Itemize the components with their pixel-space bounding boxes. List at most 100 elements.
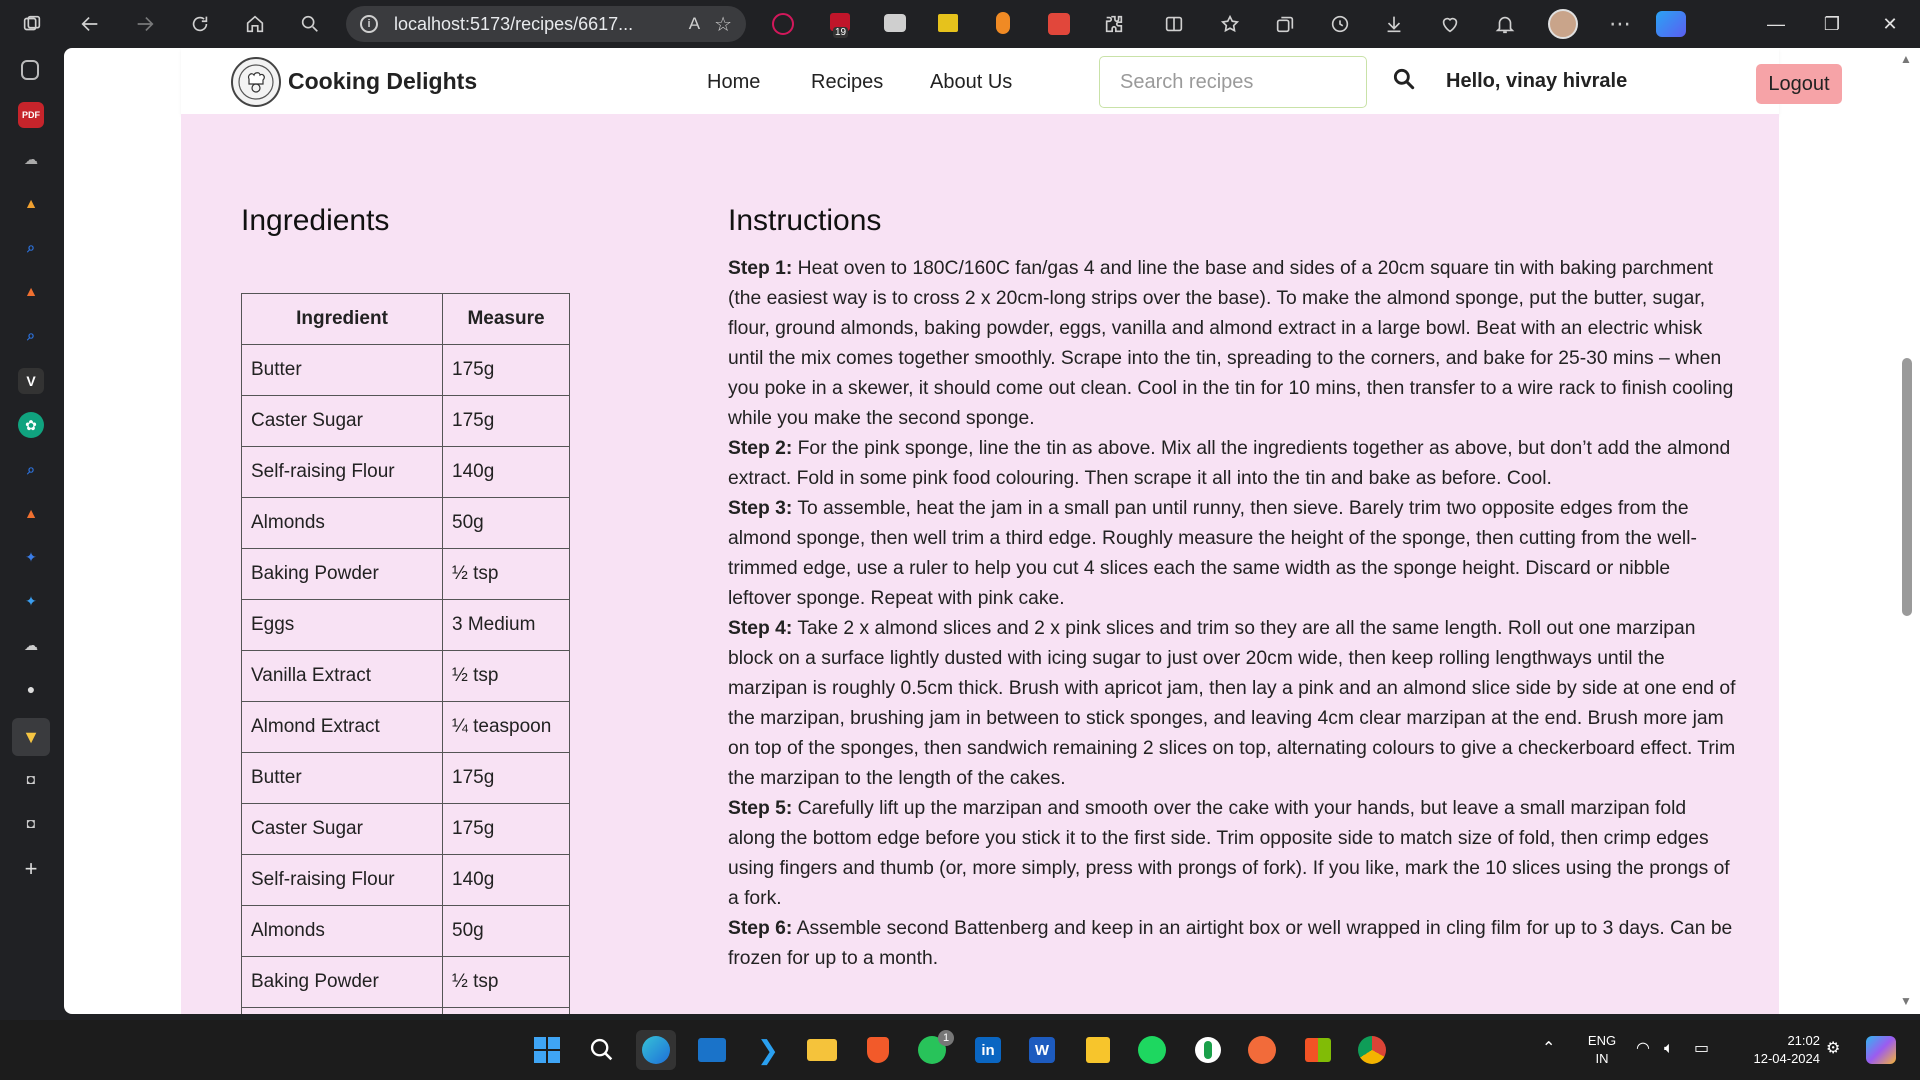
sticky-notes-icon[interactable] [1078, 1030, 1118, 1070]
scroll-down-arrow-icon[interactable]: ▼ [1898, 994, 1914, 1010]
instruction-step: Step 5: Carefully lift up the marzipan a… [728, 794, 1738, 914]
language-indicator[interactable]: ENG IN [1582, 1032, 1622, 1068]
github-tab-icon[interactable]: ● [18, 676, 44, 702]
user-greeting: Hello, vinay hivrale [1446, 70, 1628, 92]
notifications-icon[interactable] [1485, 4, 1525, 44]
ingredient-measure: ½ tsp [442, 650, 570, 702]
step-label: Step 2: [728, 438, 793, 459]
site-info-icon[interactable]: i [360, 15, 378, 33]
language-code: ENG [1587, 1033, 1617, 1048]
ingredient-row: Eggs3 Medium [241, 599, 570, 651]
vite-tab-icon[interactable]: ▼ [12, 718, 50, 756]
read-aloud-icon[interactable]: A [689, 14, 700, 34]
nav-home-link[interactable]: Home [707, 71, 760, 94]
step-label: Step 6: [728, 918, 793, 939]
scrollbar-thumb[interactable] [1902, 358, 1912, 616]
show-hidden-icons[interactable]: ⌃ [1542, 1040, 1555, 1058]
windows-start-icon[interactable] [527, 1030, 567, 1070]
instructions-list: Step 1: Heat oven to 180C/160C fan/gas 4… [728, 254, 1738, 974]
outlook-icon[interactable] [692, 1030, 732, 1070]
logout-button[interactable]: Logout [1756, 64, 1842, 104]
nav-about-link[interactable]: About Us [930, 71, 1012, 94]
chef-logo-icon[interactable] [231, 57, 281, 107]
camera-tab-icon-1[interactable]: ◘ [18, 766, 44, 792]
search-icon[interactable] [290, 4, 330, 44]
home-icon[interactable] [235, 4, 275, 44]
tab-actions-icon[interactable] [21, 60, 39, 80]
spotify-icon[interactable] [1132, 1030, 1172, 1070]
extension-red-icon[interactable] [1048, 13, 1070, 35]
app-tab-icon-2[interactable]: ▲ [18, 278, 44, 304]
minimize-button[interactable]: — [1748, 0, 1804, 48]
windows-taskbar: ❯ 1 in W ⌃ ENG IN ◠ 🔈︎ ▭ 21:02 12-04-202… [0, 1020, 1920, 1080]
volume-icon[interactable]: 🔈︎ [1664, 1040, 1674, 1058]
weather-tab-icon-2[interactable]: ☁ [18, 632, 44, 658]
microsoft-store-icon[interactable] [1298, 1030, 1338, 1070]
wifi-icon[interactable]: ◠ [1636, 1040, 1650, 1058]
chatgpt-tab-icon[interactable]: ✿ [18, 412, 44, 438]
restore-button[interactable]: ❐ [1804, 0, 1860, 48]
extension-record-icon[interactable] [772, 13, 794, 35]
linkedin-icon[interactable]: in [968, 1030, 1008, 1070]
vscode-icon[interactable]: ❯ [748, 1030, 788, 1070]
extension-orange-icon[interactable] [996, 12, 1010, 34]
search-submit-icon[interactable] [1391, 66, 1421, 96]
profile-avatar[interactable] [1548, 9, 1578, 39]
battery-icon[interactable]: ▭ [1694, 1040, 1709, 1058]
search-tab-icon-2[interactable]: ⌕ [18, 322, 44, 348]
notification-settings-icon[interactable]: ⚙ [1826, 1040, 1840, 1058]
new-tab-icon[interactable]: + [18, 856, 44, 882]
close-window-button[interactable]: ✕ [1862, 0, 1918, 48]
pdf-tab-icon[interactable]: PDF [18, 102, 44, 128]
copilot-icon[interactable] [1656, 11, 1686, 37]
url-text[interactable]: localhost:5173/recipes/6617... [394, 14, 689, 35]
collections-icon[interactable] [1265, 4, 1305, 44]
v-tab-icon[interactable]: V [18, 368, 44, 394]
extension-yellow-icon[interactable] [938, 14, 958, 32]
address-bar[interactable]: i localhost:5173/recipes/6617... A ☆ [346, 6, 746, 42]
edge-browser-icon[interactable] [636, 1030, 676, 1070]
copilot-taskbar-icon[interactable] [1866, 1036, 1896, 1064]
camera-tab-icon-2[interactable]: ◘ [18, 810, 44, 836]
history-icon[interactable] [1320, 4, 1360, 44]
app-tab-icon-1[interactable]: ▲ [18, 190, 44, 216]
sparkle-tab-icon-1[interactable]: ✦ [18, 544, 44, 570]
clock-date: 12-04-2024 [1753, 1051, 1821, 1066]
sparkle-tab-icon-2[interactable]: ✦ [18, 588, 44, 614]
scroll-up-arrow-icon[interactable]: ▲ [1898, 52, 1914, 68]
taskbar-search-icon[interactable] [582, 1030, 622, 1070]
favorite-star-icon[interactable]: ☆ [714, 12, 732, 37]
file-explorer-icon[interactable] [802, 1030, 842, 1070]
instruction-step: Step 4: Take 2 x almond slices and 2 x p… [728, 614, 1738, 794]
more-options-icon[interactable]: ⋯ [1600, 4, 1640, 44]
split-screen-icon[interactable] [1154, 4, 1194, 44]
ingredient-measure: 50g [442, 905, 570, 957]
nav-recipes-link[interactable]: Recipes [811, 71, 883, 94]
step-label: Step 3: [728, 498, 793, 519]
word-icon[interactable]: W [1022, 1030, 1062, 1070]
search-tab-icon-1[interactable]: ⌕ [18, 234, 44, 260]
app-tab-icon-3[interactable]: ▲ [18, 500, 44, 526]
search-tab-icon-3[interactable]: ⌕ [18, 456, 44, 482]
health-icon[interactable] [1430, 4, 1470, 44]
camera-extension-icon[interactable] [884, 14, 906, 32]
site-brand-name[interactable]: Cooking Delights [288, 68, 477, 95]
extensions-icon[interactable] [1094, 4, 1134, 44]
extension-badge-count: 19 [833, 27, 849, 38]
postman-icon[interactable] [1242, 1030, 1282, 1070]
chrome-icon[interactable] [1352, 1030, 1392, 1070]
web-viewport: Cooking Delights Home Recipes About Us H… [64, 48, 1896, 1014]
brave-icon[interactable] [858, 1030, 898, 1070]
step-label: Step 1: [728, 258, 793, 279]
workspaces-icon[interactable] [12, 4, 52, 44]
weather-tab-icon[interactable]: ☁ [18, 146, 44, 172]
clock[interactable]: 21:02 12-04-2024 [1730, 1032, 1821, 1068]
measure-column-header: Measure [442, 293, 570, 345]
refresh-icon[interactable] [180, 4, 220, 44]
favorites-icon[interactable] [1210, 4, 1250, 44]
downloads-icon[interactable] [1374, 4, 1414, 44]
back-icon[interactable] [70, 4, 110, 44]
forward-icon[interactable] [125, 4, 165, 44]
mongodb-compass-icon[interactable] [1188, 1030, 1228, 1070]
search-recipes-input[interactable] [1099, 56, 1367, 108]
